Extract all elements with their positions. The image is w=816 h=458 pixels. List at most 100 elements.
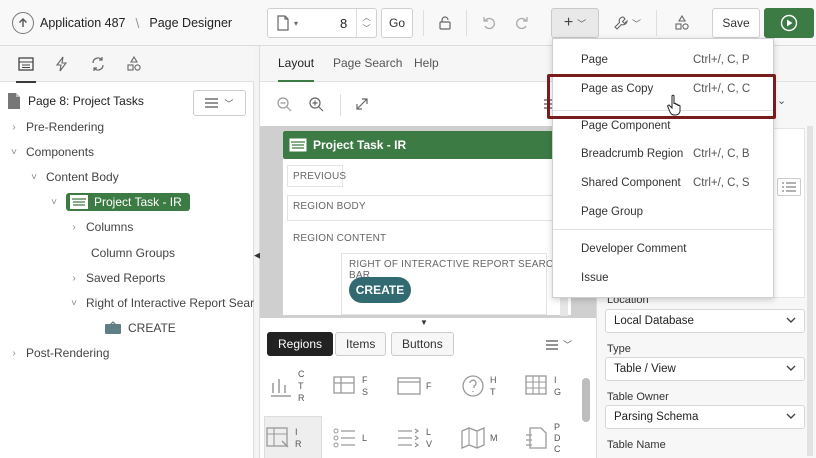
tree-node-create-button[interactable]: CREATE bbox=[104, 318, 176, 338]
highlight-callout bbox=[547, 74, 776, 119]
tab-dynamic-actions[interactable] bbox=[44, 46, 80, 82]
tab-regions[interactable]: Regions bbox=[267, 332, 334, 356]
list-icon bbox=[332, 425, 358, 451]
page-number-value[interactable]: 8 bbox=[340, 16, 347, 31]
tree-node-saved-reports[interactable]: › Saved Reports bbox=[68, 268, 165, 288]
app-home-icon[interactable] bbox=[12, 12, 34, 34]
shared-components-icon[interactable] bbox=[666, 8, 698, 38]
menu-item-developer-comment[interactable]: Developer Comment bbox=[553, 236, 775, 262]
region-card[interactable]: Project Task - IR PREVIOUS REGION BODY R… bbox=[282, 130, 573, 316]
chevron-right-icon[interactable]: › bbox=[8, 121, 20, 133]
tab-buttons[interactable]: Buttons bbox=[391, 332, 454, 356]
lock-icon[interactable] bbox=[430, 8, 460, 38]
collapse-down-icon[interactable]: ▼ bbox=[420, 318, 428, 327]
slot-label: PREVIOUS bbox=[293, 171, 347, 182]
create-button-preview[interactable]: CREATE bbox=[349, 277, 411, 303]
toolbar-divider bbox=[656, 10, 657, 36]
menu-item-label: Developer Comment bbox=[581, 243, 687, 255]
help-icon bbox=[460, 373, 486, 399]
gallery-item-frame[interactable]: F bbox=[396, 364, 452, 408]
menu-item-page[interactable]: Page Ctrl+/, C, P bbox=[553, 47, 775, 73]
dense-layout-icon[interactable] bbox=[777, 178, 801, 196]
chevron-down-icon[interactable]: ˅ bbox=[28, 171, 40, 183]
menu-item-breadcrumb-region[interactable]: Breadcrumb Region Ctrl+/, C, B bbox=[553, 141, 775, 167]
gallery-tabs: Regions Items Buttons ﹀ bbox=[260, 328, 596, 360]
menu-item-issue[interactable]: Issue bbox=[553, 265, 775, 291]
gallery-item-map[interactable]: M bbox=[460, 416, 516, 458]
tree-node-components[interactable]: ˅ Components bbox=[8, 142, 94, 162]
menu-item-shared-component[interactable]: Shared Component Ctrl+/, C, S bbox=[553, 170, 775, 196]
tab-rendering[interactable] bbox=[8, 46, 44, 83]
tree-node-pre-rendering[interactable]: › Pre-Rendering bbox=[8, 117, 104, 137]
gallery-item-list[interactable]: L bbox=[332, 416, 388, 458]
breadcrumb-separator: \ bbox=[135, 15, 140, 31]
gallery-item-list-view[interactable]: L V bbox=[396, 416, 452, 458]
gallery-menu-button[interactable]: ﹀ bbox=[546, 338, 572, 351]
gallery-scrollbar[interactable] bbox=[582, 378, 590, 422]
gallery-item-label: M bbox=[490, 433, 498, 443]
gallery-item-form[interactable]: F S bbox=[332, 364, 388, 408]
property-scrollbar[interactable] bbox=[807, 126, 813, 456]
chevron-right-icon[interactable]: › bbox=[68, 272, 80, 284]
location-select[interactable]: Local Database bbox=[605, 309, 805, 333]
zoom-in-icon[interactable] bbox=[304, 92, 328, 116]
run-page-button[interactable] bbox=[764, 8, 814, 38]
chevron-right-icon[interactable]: › bbox=[68, 221, 80, 233]
list-view-icon bbox=[396, 425, 422, 451]
gallery-item-help[interactable]: H T bbox=[460, 364, 516, 408]
tree-node-column-groups[interactable]: Column Groups bbox=[86, 243, 175, 263]
create-menu-button[interactable]: + ﹀ bbox=[551, 8, 599, 38]
chevron-right-icon[interactable]: › bbox=[8, 347, 20, 359]
go-button[interactable]: Go bbox=[381, 8, 413, 38]
expand-icon[interactable] bbox=[350, 92, 374, 116]
page-number-field[interactable]: ▾ 8 ︿ ﹀ bbox=[267, 8, 377, 38]
type-select[interactable]: Table / View bbox=[605, 357, 805, 381]
tree-menu-button[interactable]: ﹀ bbox=[193, 90, 246, 116]
zoom-out-icon[interactable] bbox=[272, 92, 296, 116]
menu-item-shortcut: Ctrl+/, C, B bbox=[693, 148, 750, 160]
gallery-item-grid[interactable]: I G bbox=[524, 364, 580, 408]
tree-node-right-of-ir-search[interactable]: ˅ Right of Interactive Report Search bbox=[68, 293, 267, 313]
tab-items[interactable]: Items bbox=[335, 332, 387, 356]
chevron-down-icon bbox=[786, 364, 796, 372]
menu-item-page-group[interactable]: Page Group bbox=[553, 199, 775, 225]
tab-page-search[interactable]: Page Search bbox=[333, 56, 402, 70]
gallery-item-label: I R bbox=[295, 427, 302, 449]
tab-layout[interactable]: Layout bbox=[278, 56, 315, 82]
tree-node-content-body[interactable]: ˅ Content Body bbox=[28, 167, 119, 187]
tree-node-post-rendering[interactable]: › Post-Rendering bbox=[8, 343, 109, 363]
tree-node-columns[interactable]: › Columns bbox=[68, 217, 133, 237]
utilities-menu-button[interactable]: ﹀ bbox=[607, 8, 647, 38]
chevron-down-icon[interactable]: ⌄ bbox=[777, 94, 786, 107]
page-number-stepper[interactable]: ︿ ﹀ bbox=[356, 9, 376, 37]
selected-region[interactable]: Project Task - IR bbox=[66, 193, 190, 211]
redo-icon[interactable] bbox=[507, 8, 537, 38]
chevron-down-icon: ﹀ bbox=[631, 18, 641, 29]
table-owner-select[interactable]: Parsing Schema bbox=[605, 405, 805, 429]
gallery-item-chart[interactable]: C T R bbox=[268, 364, 324, 408]
button-icon bbox=[104, 320, 122, 336]
gallery-item-label: L V bbox=[426, 427, 433, 449]
app-name-link[interactable]: Application 487 bbox=[40, 16, 125, 30]
tree-node-label: CREATE bbox=[128, 321, 176, 335]
page-title: Page 8: Project Tasks bbox=[6, 92, 144, 110]
chevron-down-icon[interactable]: ﹀ bbox=[363, 23, 371, 34]
gallery-item-pdf[interactable]: P D C bbox=[524, 416, 580, 458]
gallery-item-interactive-report[interactable]: I R bbox=[264, 416, 322, 458]
tab-help[interactable]: Help bbox=[414, 56, 439, 70]
tab-processing[interactable] bbox=[80, 46, 116, 82]
tree-node-project-task-ir[interactable]: ˅ Project Task - IR bbox=[48, 192, 190, 212]
gallery-item-label: F bbox=[426, 381, 432, 391]
chevron-down-icon[interactable]: ˅ bbox=[68, 297, 80, 309]
chevron-down-icon: ﹀ bbox=[563, 340, 573, 350]
chevron-up-icon[interactable]: ︿ bbox=[363, 12, 371, 23]
hamburger-icon bbox=[546, 339, 558, 350]
chevron-down-icon[interactable]: ˅ bbox=[8, 146, 20, 158]
tab-shared-components[interactable] bbox=[116, 46, 152, 82]
chevron-down-icon[interactable]: ˅ bbox=[48, 196, 60, 208]
save-button[interactable]: Save bbox=[712, 8, 760, 38]
slot-region-body[interactable] bbox=[287, 195, 569, 221]
undo-icon[interactable] bbox=[474, 8, 504, 38]
region-header[interactable]: Project Task - IR bbox=[283, 131, 573, 159]
tree-node-label: Columns bbox=[86, 220, 134, 234]
